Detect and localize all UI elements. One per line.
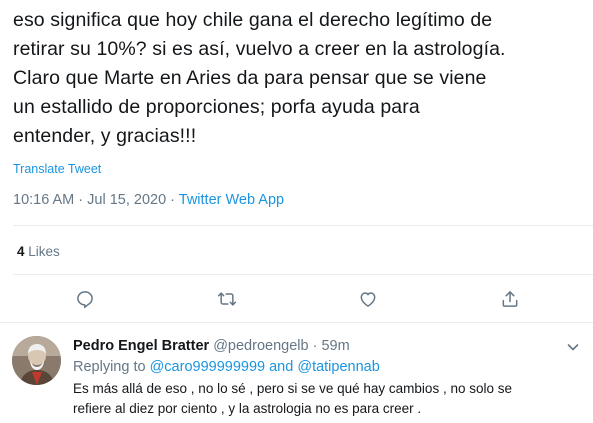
reply-tweet[interactable]: Pedro Engel Bratter @pedroengelb · 59m R… [0, 323, 593, 423]
reply-text-line: Es más allá de eso , no lo sé , pero si … [73, 381, 512, 396]
reply-icon [77, 291, 93, 309]
reply-time[interactable]: 59m [321, 338, 349, 354]
and-word: and [265, 359, 298, 375]
reply-text: Es más allá de eso , no lo sé , pero si … [73, 379, 583, 419]
replying-to: Replying to @caro999999999 and @tatipenn… [73, 359, 380, 375]
avatar-image [12, 336, 61, 385]
tweet-meta: 10:16 AM · Jul 15, 2020 · Twitter Web Ap… [13, 192, 284, 208]
tweet-text: eso significa que hoy chile gana el dere… [13, 6, 589, 151]
chevron-down-icon [567, 344, 579, 351]
tweet-source-link[interactable]: Twitter Web App [179, 192, 284, 208]
translate-tweet-link[interactable]: Translate Tweet [13, 162, 101, 176]
share-button[interactable] [497, 286, 523, 312]
share-icon [502, 291, 518, 307]
tweet-actions [0, 286, 593, 314]
reply-text-line: refiere al diez por ciento , y la astrol… [73, 401, 422, 416]
like-icon [360, 292, 376, 307]
mention-link[interactable]: @caro999999999 [150, 359, 266, 375]
reply-button[interactable] [72, 286, 98, 312]
likes-number: 4 [17, 244, 25, 259]
retweet-icon [217, 292, 237, 306]
likes-label: Likes [28, 244, 60, 259]
likes-count[interactable]: 4 Likes [17, 244, 60, 259]
reply-author-handle[interactable]: @pedroengelb [213, 338, 308, 354]
reply-author-name[interactable]: Pedro Engel Bratter [73, 338, 209, 354]
mention-link[interactable]: @tatipennab [297, 359, 379, 375]
tweet-text-line: eso significa que hoy chile gana el dere… [13, 9, 493, 31]
avatar[interactable] [12, 336, 61, 385]
divider [13, 225, 593, 226]
meta-separator: · [166, 192, 179, 208]
replying-to-label: Replying to [73, 359, 150, 375]
reply-header: Pedro Engel Bratter @pedroengelb · 59m [73, 338, 350, 354]
reply-time-separator: · [308, 338, 322, 354]
like-button[interactable] [355, 286, 381, 312]
divider [13, 274, 593, 275]
tweet-timestamp[interactable]: 10:16 AM · Jul 15, 2020 [13, 192, 166, 208]
reply-more-button[interactable] [566, 340, 580, 354]
tweet-text-line: un estallido de proporciones; porfa ayud… [13, 96, 420, 118]
tweet-text-line: retirar su 10%? si es así, vuelvo a cree… [13, 38, 506, 60]
retweet-button[interactable] [214, 286, 240, 312]
tweet-text-line: Claro que Marte en Aries da para pensar … [13, 67, 487, 89]
tweet-text-line: entender, y gracias!!! [13, 125, 197, 147]
